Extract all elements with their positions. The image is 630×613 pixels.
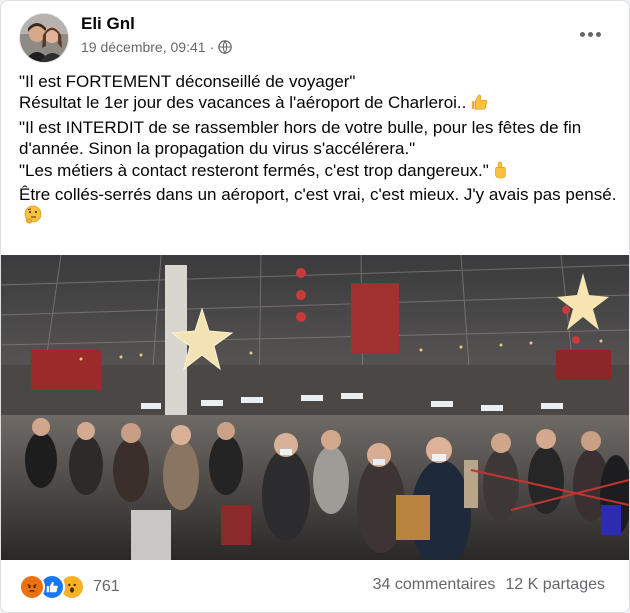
post-line-5: Être collés-serrés dans un aéroport, c'e…	[19, 184, 619, 231]
middle-finger-emoji	[493, 161, 507, 184]
author-avatar[interactable]	[19, 13, 69, 63]
author-name[interactable]: Eli Gnl	[81, 14, 135, 34]
shares-count-link[interactable]: 12 K partages	[505, 576, 605, 594]
comments-count-link[interactable]: 34 commentaires	[373, 576, 496, 594]
post-meta: 19 décembre, 09:41 ·	[81, 39, 232, 55]
reactions-summary[interactable]: 761	[19, 574, 120, 600]
reaction-count: 761	[93, 578, 120, 595]
post-line-3: "Il est INTERDIT de se rassembler hors d…	[19, 117, 582, 159]
post-line-4: "Les métiers à contact resteront fermés,…	[19, 160, 619, 184]
post-text: "Il est FORTEMENT déconseillé de voyager…	[19, 71, 619, 231]
post-photo[interactable]	[1, 255, 629, 560]
post-header: Eli Gnl 19 décembre, 09:41 ·	[19, 11, 613, 63]
thinking-face-emoji	[23, 205, 43, 230]
globe-icon[interactable]	[218, 40, 232, 54]
angry-reaction-icon	[19, 574, 45, 600]
post-line-1: "Il est FORTEMENT déconseillé de voyager…	[19, 72, 356, 91]
thumbs-up-emoji	[470, 93, 488, 116]
more-options-icon[interactable]	[575, 19, 605, 49]
post-card: Eli Gnl 19 décembre, 09:41 · "Il est FOR…	[0, 0, 630, 613]
post-stats: 34 commentaires 12 K partages	[373, 576, 605, 594]
meta-separator: ·	[209, 39, 215, 55]
post-footer: 761 34 commentaires 12 K partages	[1, 560, 629, 612]
post-timestamp[interactable]: 19 décembre, 09:41	[81, 39, 206, 55]
post-line-2: Résultat le 1er jour des vacances à l'aé…	[19, 92, 619, 116]
